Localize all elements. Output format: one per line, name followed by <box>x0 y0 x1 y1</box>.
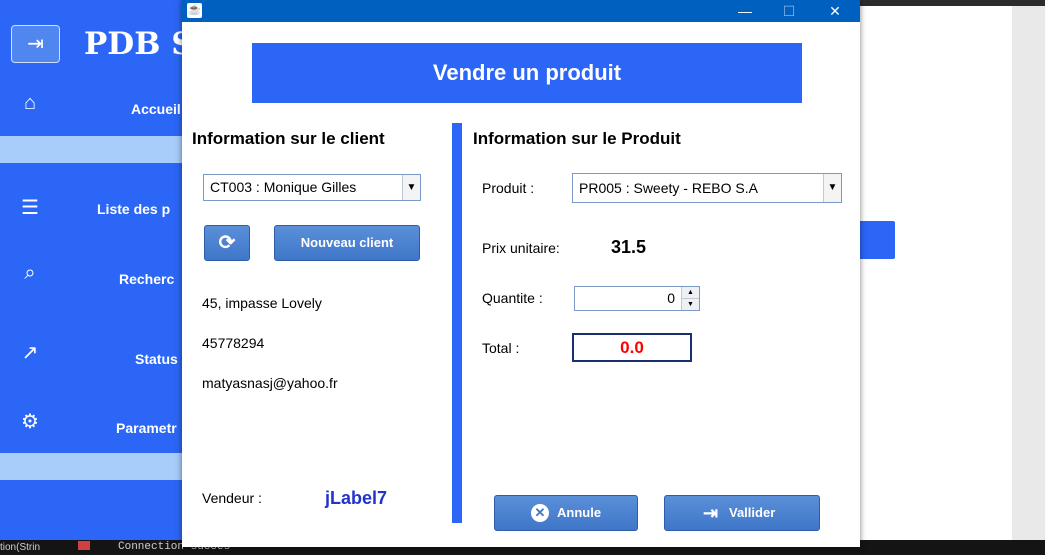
unit-price-label: Prix unitaire: <box>482 240 560 256</box>
scrollbar[interactable] <box>1012 0 1045 540</box>
maximize-button[interactable]: ☐ <box>766 0 812 22</box>
section-divider <box>452 123 462 523</box>
spinner-up-icon[interactable]: ▲ <box>681 287 699 299</box>
client-address: 45, impasse Lovely <box>202 295 322 311</box>
new-client-button[interactable]: Nouveau client <box>274 225 420 261</box>
sidebar-item-accueil[interactable]: Accueil <box>131 101 181 117</box>
sidebar-band <box>0 453 182 480</box>
product-select-value: PR005 : Sweety - REBO S.A <box>579 180 758 196</box>
chart-icon[interactable]: ↗ <box>18 341 42 365</box>
unit-price-value: 31.5 <box>611 237 647 257</box>
cancel-label: Annule <box>557 505 602 520</box>
total-value: 0.0 <box>572 333 692 362</box>
spinner-down-icon[interactable]: ▼ <box>681 299 699 310</box>
total-label: Total : <box>482 340 520 356</box>
validate-button[interactable]: ⇥ Vallider <box>664 495 820 531</box>
sidebar-item-status[interactable]: Status <box>135 351 178 367</box>
enter-icon: ⇥ <box>703 503 719 523</box>
java-icon: ☕ <box>187 3 202 18</box>
list-icon[interactable]: ☰ <box>18 196 42 220</box>
page-title: Vendre un produit <box>252 43 802 103</box>
close-button[interactable]: ✕ <box>812 0 858 22</box>
sidebar-selected-band <box>0 136 182 163</box>
cancel-icon: ✕ <box>531 504 549 522</box>
search-icon[interactable]: ⌕ <box>18 261 42 285</box>
product-label: Produit : <box>482 180 535 196</box>
refresh-icon: ⟳ <box>218 232 236 254</box>
editor-tabs-strip <box>860 0 1045 6</box>
quantity-label: Quantite : <box>482 290 543 306</box>
client-select[interactable]: CT003 : Monique Gilles ▼ <box>203 174 421 201</box>
client-section-title: Information sur le client <box>192 129 385 148</box>
client-email: matyasnasj@yahoo.fr <box>202 375 338 391</box>
sidebar-item-recherche[interactable]: Recherc <box>119 271 174 287</box>
validate-label: Vallider <box>729 505 776 520</box>
refresh-button[interactable]: ⟳ <box>204 225 250 261</box>
title-bar[interactable]: ☕ — ☐ ✕ <box>182 0 860 22</box>
console-left-text: tion(Strin <box>0 542 41 553</box>
console-icon <box>78 541 90 550</box>
sidebar: ⇥ PDB S ⌂ Accueil ☰ Liste des p ⌕ Recher… <box>0 0 194 540</box>
sidebar-item-liste[interactable]: Liste des p <box>97 201 170 217</box>
quantity-value: 0 <box>667 290 675 306</box>
home-icon[interactable]: ⌂ <box>18 91 42 115</box>
client-select-value: CT003 : Monique Gilles <box>210 179 357 195</box>
sell-product-dialog: ☕ — ☐ ✕ Vendre un produit Information su… <box>182 0 860 547</box>
product-section-title: Information sur le Produit <box>473 129 681 148</box>
logout-icon[interactable]: ⇥ <box>11 25 60 63</box>
chevron-down-icon[interactable]: ▼ <box>823 174 841 202</box>
quantity-stepper[interactable]: 0 ▲ ▼ <box>574 286 700 311</box>
sidebar-item-parametres[interactable]: Parametr <box>116 420 177 436</box>
product-select[interactable]: PR005 : Sweety - REBO S.A ▼ <box>572 173 842 203</box>
vendeur-label: Vendeur : <box>202 490 262 506</box>
cancel-button[interactable]: ✕ Annule <box>494 495 638 531</box>
gear-icon[interactable]: ⚙ <box>18 410 42 434</box>
app-title: PDB S <box>84 26 194 62</box>
chevron-down-icon[interactable]: ▼ <box>402 175 420 200</box>
minimize-button[interactable]: — <box>722 0 768 22</box>
client-phone: 45778294 <box>202 335 265 351</box>
vendeur-value: jLabel7 <box>325 488 388 508</box>
